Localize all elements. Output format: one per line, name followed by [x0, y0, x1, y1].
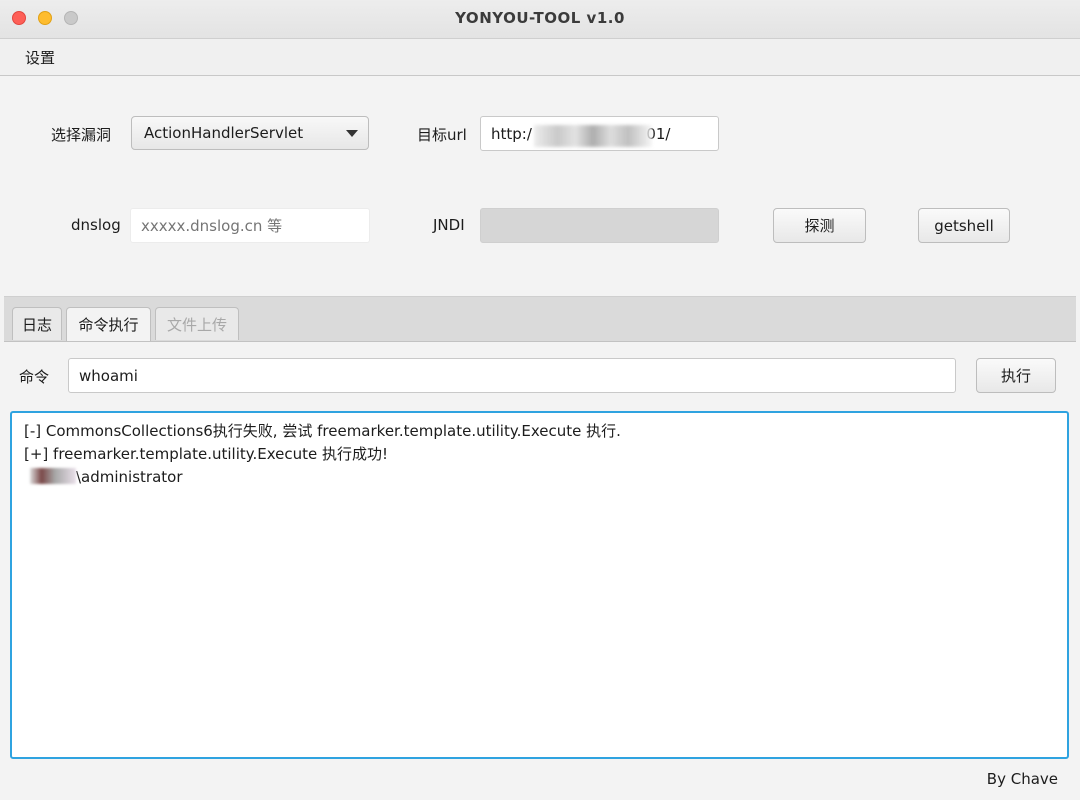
- vuln-select-label: 选择漏洞: [51, 126, 112, 144]
- config-form: [0, 76, 1080, 296]
- tab-file-upload: 文件上传: [155, 307, 239, 340]
- execute-button[interactable]: 执行: [976, 358, 1056, 393]
- vuln-select-value: ActionHandlerServlet: [144, 124, 304, 142]
- app-window: YONYOU-TOOL v1.0 设置 选择漏洞 ActionHandlerSe…: [0, 0, 1080, 800]
- menu-settings[interactable]: 设置: [25, 47, 55, 68]
- tab-log[interactable]: 日志: [12, 307, 62, 340]
- url-label: 目标url: [417, 126, 467, 144]
- tab-command-exec[interactable]: 命令执行: [66, 307, 151, 341]
- title-bar: YONYOU-TOOL v1.0: [0, 0, 1080, 39]
- dnslog-label: dnslog: [71, 216, 121, 234]
- dnslog-input[interactable]: [130, 208, 370, 243]
- jndi-input: [480, 208, 719, 243]
- author-credit: By Chave: [986, 770, 1058, 788]
- menu-bar: 设置: [0, 39, 1080, 76]
- chevron-down-icon: [346, 130, 358, 137]
- output-textarea[interactable]: [-] CommonsCollections6执行失败, 尝试 freemark…: [10, 411, 1069, 759]
- getshell-button[interactable]: getshell: [918, 208, 1010, 243]
- output-line-user: \administrator: [76, 468, 183, 486]
- window-title: YONYOU-TOOL v1.0: [455, 9, 625, 27]
- redacted-url-segment: [534, 125, 652, 147]
- vuln-select[interactable]: ActionHandlerServlet: [131, 116, 369, 150]
- output-line: [+] freemarker.template.utility.Execute …: [24, 445, 389, 463]
- command-input[interactable]: [68, 358, 956, 393]
- redacted-hostname: [30, 468, 76, 484]
- jndi-label: JNDI: [433, 216, 465, 234]
- command-label: 命令: [19, 368, 50, 386]
- output-line: [-] CommonsCollections6执行失败, 尝试 freemark…: [24, 422, 621, 440]
- tab-strip: 日志 命令执行 文件上传: [4, 296, 1076, 342]
- detect-button[interactable]: 探测: [773, 208, 866, 243]
- output-line: \administrator: [24, 466, 1055, 489]
